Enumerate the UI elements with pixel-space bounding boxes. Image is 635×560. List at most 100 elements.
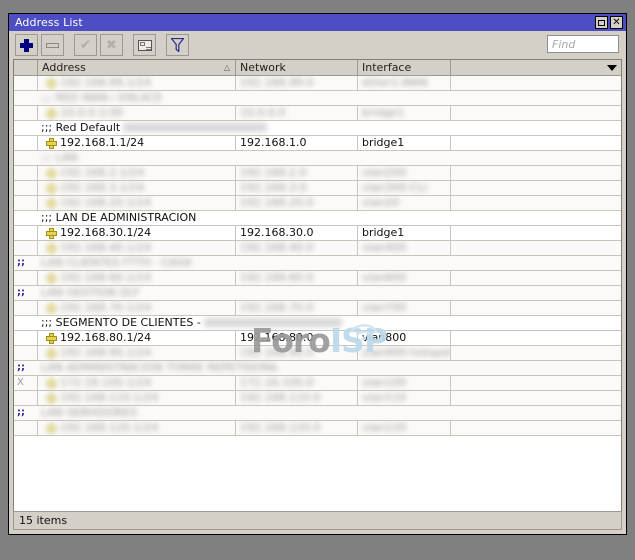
maximize-button[interactable] xyxy=(595,16,608,29)
cell-interface: vlan110 xyxy=(358,391,451,406)
comment-row[interactable]: ;;; LAN xyxy=(14,151,621,166)
row-flag-cell xyxy=(14,181,38,196)
cell-interface: vlan200 xyxy=(358,166,451,181)
cell-network: 192.168.99.0 xyxy=(236,76,358,91)
check-icon: ✔ xyxy=(79,37,92,53)
address-cross-icon xyxy=(46,302,57,314)
row-flag-cell xyxy=(14,346,38,361)
comment-button[interactable] xyxy=(133,34,156,56)
address-cross-icon xyxy=(46,392,57,404)
close-icon: ✕ xyxy=(612,16,621,28)
cell-interface: bridge1 xyxy=(358,106,451,121)
column-header-network-label: Network xyxy=(240,61,286,74)
cell-network: 10.0.0.0 xyxy=(236,106,358,121)
address-cross-icon xyxy=(46,227,57,239)
item-count-label: 15 items xyxy=(19,514,68,527)
filter-button[interactable] xyxy=(166,34,189,56)
address-cross-icon xyxy=(46,77,57,89)
add-button[interactable] xyxy=(15,34,38,56)
table-rows: 192.168.99.1/24 192.168.99.0 ether1-WAN;;;… xyxy=(14,76,621,436)
table-row[interactable]: 192.168.30.1/24 192.168.30.0 bridge1 xyxy=(14,226,621,241)
row-flag-cell xyxy=(14,421,38,436)
address-cross-icon xyxy=(46,272,57,284)
table-row[interactable]: 10.0.0.1/30 10.0.0.0 bridge1 xyxy=(14,106,621,121)
column-header-address[interactable]: Address △ xyxy=(38,60,236,75)
table-header: Address △ Network Interface xyxy=(14,60,621,76)
table-row[interactable]: 192.168.120.1/24 192.168.120.0 vlan120 xyxy=(14,421,621,436)
table-row[interactable]: 192.168.20.1/24 192.168.20.0 vlan20 xyxy=(14,196,621,211)
table-row[interactable]: 192.168.70.1/24 192.168.70.0 vlan700 xyxy=(14,301,621,316)
column-header-interface[interactable]: Interface xyxy=(358,60,451,75)
row-flag-cell: ;; xyxy=(14,361,38,376)
cell-address: 192.168.20.1/24 xyxy=(38,196,236,211)
table-row[interactable]: 192.168.2.1/24 192.168.2.0 vlan200 xyxy=(14,166,621,181)
column-header-extra[interactable] xyxy=(451,60,621,75)
address-cross-icon xyxy=(46,242,57,254)
cell-address: 192.168.30.1/24 xyxy=(38,226,236,241)
comment-row[interactable]: ;;; RED WAN / ENLACE xyxy=(14,91,621,106)
cell-extra xyxy=(451,181,621,196)
cell-address: 192.168.60.1/24 xyxy=(38,271,236,286)
comment-row[interactable]: ;; LAN SERVIDORES xyxy=(14,406,621,421)
cell-address: 192.168.1.1/24 xyxy=(38,136,236,151)
cell-address: 192.168.110.1/24 xyxy=(38,391,236,406)
cell-network: 192.168.40.0 xyxy=(236,241,358,256)
row-flag-cell xyxy=(14,196,38,211)
cell-interface: ether1-WAN xyxy=(358,76,451,91)
table-row[interactable]: 192.168.3.1/24 192.168.3.0 vlan300-CLI xyxy=(14,181,621,196)
cell-network: 192.168.90.0 xyxy=(236,346,358,361)
table-row[interactable]: 192.168.99.1/24 192.168.99.0 ether1-WAN xyxy=(14,76,621,91)
address-list-window: Address List ✕ ✔ ✖ Find Address △ Networ… xyxy=(8,13,627,535)
comment-row[interactable]: ;;; SEGMENTO DE CLIENTES - xyxy=(14,316,621,331)
row-flag-cell xyxy=(14,301,38,316)
comment-text: LAN ADMINISTRACION TORRE REPETIDORA xyxy=(38,361,621,376)
table-row[interactable]: 192.168.110.1/24 192.168.110.0 vlan110 xyxy=(14,391,621,406)
cell-interface: vlan400 xyxy=(358,241,451,256)
chevron-down-icon[interactable] xyxy=(607,64,617,71)
cell-interface: vlan700 xyxy=(358,301,451,316)
cell-network: 192.168.110.0 xyxy=(236,391,358,406)
comment-text: ;;; RED WAN / ENLACE xyxy=(38,91,621,106)
cell-address: 192.168.40.1/24 xyxy=(38,241,236,256)
disable-button[interactable]: ✖ xyxy=(100,34,123,56)
cell-extra xyxy=(451,346,621,361)
address-cross-icon xyxy=(46,377,57,389)
comment-flag-icon: ;; xyxy=(17,362,25,373)
window-titlebar[interactable]: Address List ✕ xyxy=(9,14,626,31)
cell-extra xyxy=(451,391,621,406)
cell-interface: bridge1 xyxy=(358,136,451,151)
row-flag-cell xyxy=(14,226,38,241)
remove-button[interactable] xyxy=(41,34,64,56)
cell-address: 192.168.90.1/24 xyxy=(38,346,236,361)
comment-row[interactable]: ;; LAN ADMINISTRACION TORRE REPETIDORA xyxy=(14,361,621,376)
table-row[interactable]: 192.168.60.1/24 192.168.60.0 vlan600 xyxy=(14,271,621,286)
cell-interface: bridge1 xyxy=(358,226,451,241)
row-flag-cell xyxy=(14,316,38,331)
cell-interface: vlan800 xyxy=(358,331,451,346)
table-row[interactable]: 192.168.80.1/24 192.168.80.0 vlan800 xyxy=(14,331,621,346)
cell-address: 10.0.0.1/30 xyxy=(38,106,236,121)
comment-row[interactable]: ;;; LAN DE ADMINISTRACION xyxy=(14,211,621,226)
find-input[interactable]: Find xyxy=(547,35,619,53)
table-row[interactable]: 192.168.90.1/24 192.168.90.0 vlan900-hotsp… xyxy=(14,346,621,361)
row-flag-cell xyxy=(14,91,38,106)
find-placeholder: Find xyxy=(552,37,576,51)
table-row[interactable]: X 172.16.100.1/24 172.16.100.0 vlan100 xyxy=(14,376,621,391)
close-button[interactable]: ✕ xyxy=(610,16,623,29)
sort-ascending-icon: △ xyxy=(223,63,230,72)
window-controls: ✕ xyxy=(595,16,625,29)
comment-icon xyxy=(137,39,152,51)
cell-extra xyxy=(451,106,621,121)
comment-redacted-tail xyxy=(123,123,268,132)
table-row[interactable]: 192.168.1.1/24 192.168.1.0 bridge1 xyxy=(14,136,621,151)
comment-row[interactable]: ;;; Red Default xyxy=(14,121,621,136)
cell-extra xyxy=(451,196,621,211)
address-cross-icon xyxy=(46,332,57,344)
comment-row[interactable]: ;; LAN GESTION OLT xyxy=(14,286,621,301)
column-header-flag[interactable] xyxy=(14,60,38,75)
enable-button[interactable]: ✔ xyxy=(74,34,97,56)
comment-row[interactable]: ;; LAN CLIENTES FTTH - CASA xyxy=(14,256,621,271)
column-header-network[interactable]: Network xyxy=(236,60,358,75)
row-flag-cell xyxy=(14,136,38,151)
table-row[interactable]: 192.168.40.1/24 192.168.40.0 vlan400 xyxy=(14,241,621,256)
